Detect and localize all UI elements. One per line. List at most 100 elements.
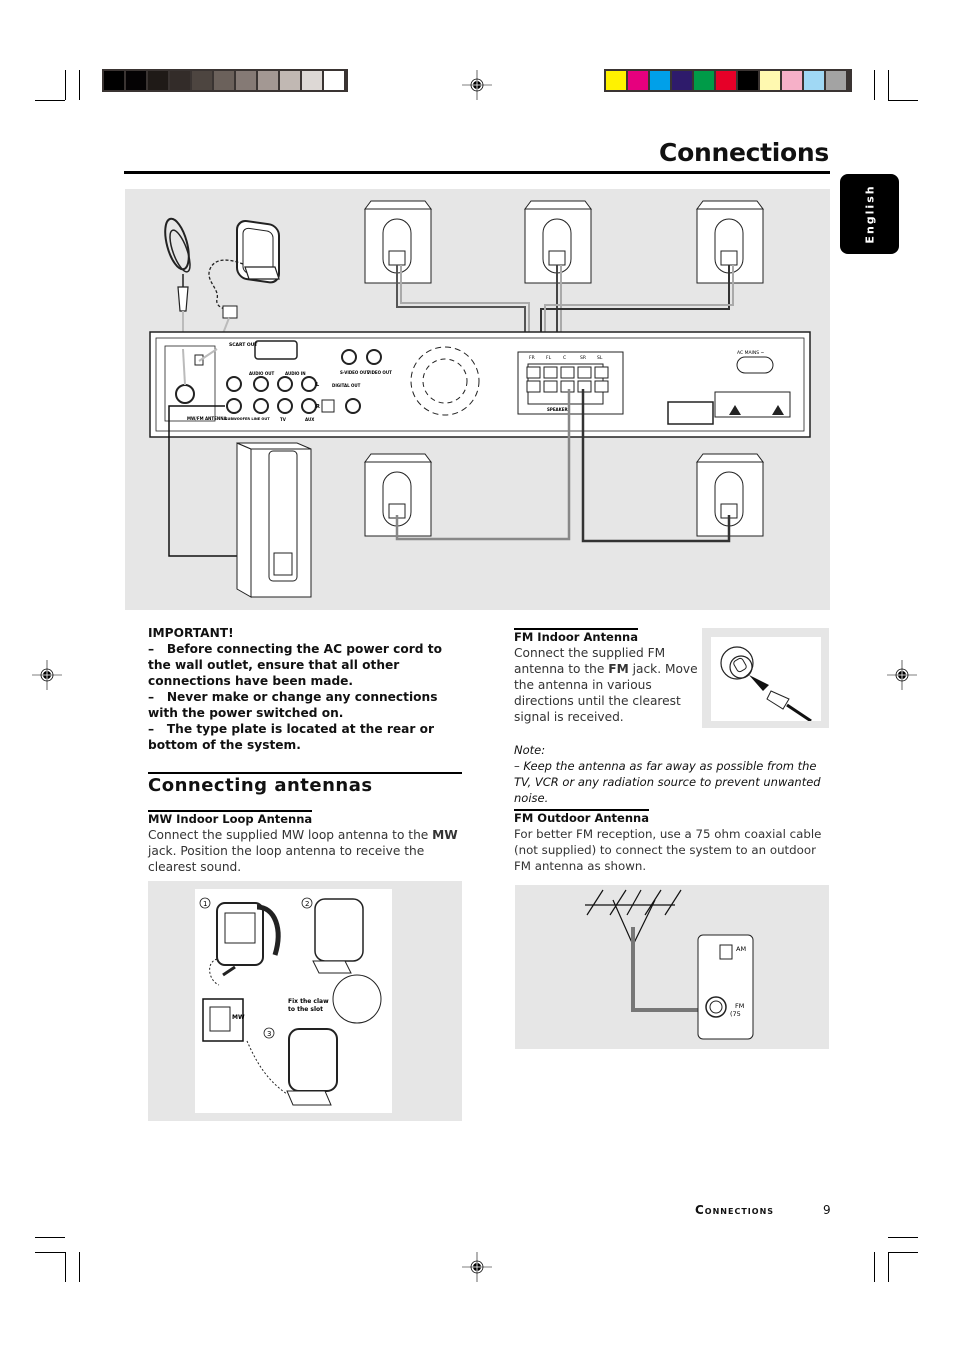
- speaker-terminal: [594, 366, 609, 379]
- fm-wire-antenna-icon: [164, 217, 191, 349]
- subwoofer-line-out-label: SUBWOOFER LINE OUT: [225, 417, 270, 421]
- crop-mark: [888, 1252, 918, 1253]
- crop-mark: [888, 100, 918, 101]
- important-item: – Before connecting the AC power cord to…: [148, 642, 442, 688]
- speaker-terminal: [594, 380, 609, 393]
- gray-swatch: [104, 71, 124, 90]
- color-swatch: [628, 71, 648, 90]
- color-swatch: [694, 71, 714, 90]
- fm-outdoor-section: FM Outdoor Antenna For better FM recepti…: [514, 807, 832, 874]
- page-title: Connections: [659, 138, 829, 167]
- registration-mark-icon: [462, 1252, 492, 1282]
- speaker-terminal: [543, 380, 558, 393]
- mw-antenna-figure: 1 2 Fix the claw to the slot MW 3: [148, 881, 462, 1121]
- registration-mark-icon: [32, 660, 62, 690]
- crop-mark: [35, 1252, 65, 1253]
- mw-loop-assembly-illustration: 1 2 Fix the claw to the slot MW 3: [199, 897, 382, 1106]
- mw-jack-label: MW: [232, 1014, 245, 1021]
- gray-swatch: [148, 71, 168, 90]
- note-text: – Keep the antenna as far away as possib…: [514, 759, 821, 805]
- language-label: English: [863, 184, 876, 244]
- speaker-terminal-label: C: [563, 355, 566, 361]
- crop-mark: [888, 1252, 889, 1282]
- fm-connector-illustration: [720, 646, 812, 721]
- fm-outdoor-text: For better FM reception, use a 75 ohm co…: [514, 827, 822, 873]
- fm-impedance-label: (75: [730, 1010, 741, 1018]
- registration-mark-icon: [462, 70, 492, 100]
- mw-antenna-heading: MW Indoor Loop Antenna: [148, 810, 313, 826]
- speaker-terminal-label: FR: [529, 355, 535, 361]
- speaker-terminal-label: SR: [580, 355, 586, 361]
- registration-mark-icon: [887, 660, 917, 690]
- fm-outdoor-antenna-illustration: AM FM (75: [585, 889, 754, 1040]
- gray-swatch: [324, 71, 344, 90]
- color-swatch: [672, 71, 692, 90]
- color-swatch: [716, 71, 736, 90]
- s-video-out-label: S-VIDEO OUT: [340, 370, 369, 375]
- language-tab: English: [840, 174, 899, 254]
- ac-mains-label: AC MAINS ~: [737, 350, 765, 356]
- fm-indoor-section: FM Indoor Antenna Connect the supplied F…: [514, 626, 714, 725]
- am-jack-label: AM: [736, 945, 746, 953]
- section-heading-connecting-antennas: Connecting antennas: [148, 772, 462, 796]
- important-item: – Never make or change any connections w…: [148, 690, 438, 720]
- speaker-terminal: [577, 366, 592, 379]
- footer-section-label: Connections: [695, 1203, 775, 1217]
- important-notice: IMPORTANT! – Before connecting the AC po…: [148, 625, 468, 753]
- mw-antenna-text: Connect the supplied MW loop antenna to …: [148, 828, 458, 874]
- color-swatch: [738, 71, 758, 90]
- gray-swatch: [302, 71, 322, 90]
- audio-in-label: AUDIO IN: [285, 371, 306, 376]
- important-item: – The type plate is located at the rear …: [148, 722, 434, 752]
- crop-mark: [874, 1252, 875, 1282]
- audio-out-label: AUDIO OUT: [249, 371, 274, 376]
- important-heading: IMPORTANT!: [148, 626, 234, 640]
- note-label: Note:: [514, 743, 546, 757]
- mw-antenna-section: MW Indoor Loop Antenna Connect the suppl…: [148, 808, 464, 875]
- crop-mark: [65, 70, 66, 100]
- crop-mark: [35, 1237, 65, 1238]
- fig-caption-line1: Fix the claw: [288, 998, 329, 1005]
- crop-mark: [79, 70, 80, 100]
- crop-mark: [874, 70, 875, 100]
- mw-loop-antenna-icon: [208, 220, 280, 350]
- fm-jack-label: FM: [735, 1002, 744, 1010]
- crop-mark: [888, 70, 889, 100]
- connection-diagram-illustration: SCART OUT AUDIO OUT AUDIO IN S-VIDEO OUT…: [149, 200, 811, 598]
- speaker-terminal: [560, 366, 575, 379]
- speaker-terminal: [560, 380, 575, 393]
- fm-indoor-note: Note: – Keep the antenna as far away as …: [514, 742, 834, 806]
- gray-swatch: [214, 71, 234, 90]
- speakers-label: SPEAKERS: [547, 407, 571, 412]
- crop-mark: [888, 1237, 918, 1238]
- aux-label: AUX: [305, 417, 314, 422]
- color-swatch: [760, 71, 780, 90]
- speaker-terminal: [526, 366, 541, 379]
- right-channel-label: R: [316, 404, 320, 410]
- crop-mark: [35, 100, 65, 101]
- grayscale-calibration-bar: [102, 69, 348, 92]
- connection-diagram: SCART OUT AUDIO OUT AUDIO IN S-VIDEO OUT…: [125, 189, 830, 610]
- gray-swatch: [280, 71, 300, 90]
- fm-indoor-text: Connect the supplied FM antenna to the F…: [514, 646, 698, 724]
- scart-out-label: SCART OUT: [229, 342, 258, 348]
- tv-label: TV: [280, 417, 287, 422]
- fm-outdoor-heading: FM Outdoor Antenna: [514, 809, 649, 825]
- subwoofer-icon: [236, 442, 312, 598]
- speaker-terminal: [577, 380, 592, 393]
- color-swatch: [606, 71, 626, 90]
- color-swatch: [650, 71, 670, 90]
- step-2-label: 2: [305, 900, 309, 908]
- video-out-label: VIDEO OUT: [367, 370, 392, 375]
- title-rule: [124, 171, 830, 174]
- crop-mark: [79, 1252, 80, 1282]
- page-number: 9: [823, 1203, 831, 1217]
- gray-swatch: [126, 71, 146, 90]
- fm-indoor-figure: [702, 628, 829, 728]
- speaker-terminal: [543, 366, 558, 379]
- color-swatch: [782, 71, 802, 90]
- color-swatch: [826, 71, 846, 90]
- fm-indoor-heading: FM Indoor Antenna: [514, 628, 638, 644]
- step-1-label: 1: [203, 900, 207, 908]
- fm-outdoor-figure: AM FM (75: [515, 885, 829, 1049]
